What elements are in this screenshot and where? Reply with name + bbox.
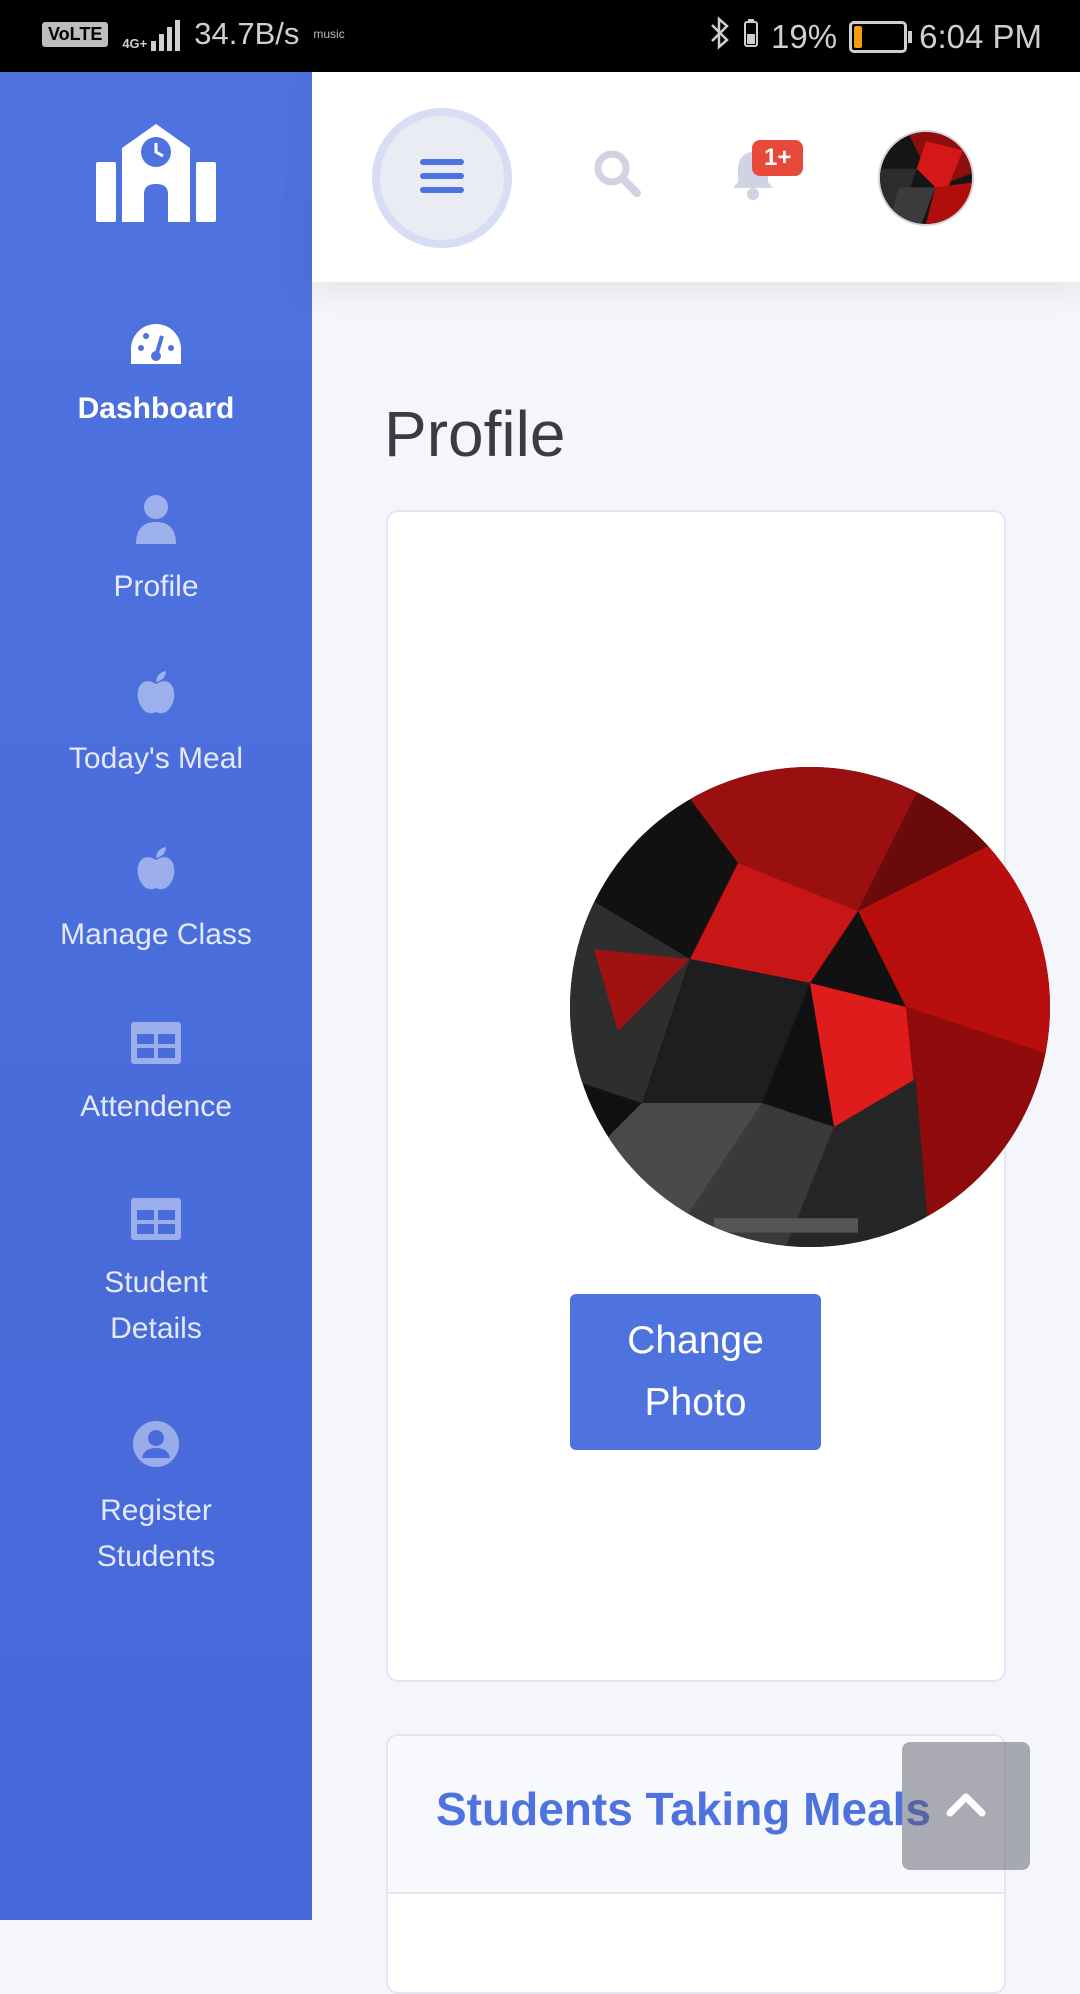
network-type: 4G+: [122, 36, 148, 51]
chevron-up-icon: [946, 1791, 986, 1822]
sidebar-item-label: Today's Meal: [68, 742, 244, 775]
user-icon: [0, 494, 312, 558]
sidebar-item-student-details[interactable]: Student Details: [0, 1198, 312, 1352]
sidebar-item-dashboard[interactable]: Dashboard: [0, 322, 312, 432]
sidebar-item-label: Manage Class: [60, 918, 252, 951]
change-photo-button[interactable]: Change Photo: [570, 1294, 821, 1450]
sidebar-item-label: Profile: [113, 570, 199, 603]
card-title: Students Taking Meals: [436, 1783, 932, 1835]
sidebar-item-manage-class[interactable]: Manage Class: [0, 846, 312, 958]
sidebar-item-register-students[interactable]: Register Students: [0, 1420, 312, 1580]
search-icon[interactable]: [592, 148, 642, 203]
user-circle-icon: [0, 1420, 312, 1482]
sidebar-toggle-button[interactable]: [372, 108, 512, 248]
scroll-to-top-button[interactable]: [902, 1742, 1030, 1870]
bluetooth-icon: [709, 16, 731, 58]
user-avatar[interactable]: [878, 130, 974, 226]
table-icon: [0, 1198, 312, 1254]
status-bar: VoLTE 4G+ 34.7B/s music 19% 6:04 PM: [0, 0, 1080, 72]
sidebar-item-todays-meal[interactable]: Today's Meal: [0, 670, 312, 782]
sidebar-item-label: Dashboard: [77, 392, 235, 425]
hamburger-icon: [420, 157, 464, 200]
clock: 6:04 PM: [919, 18, 1042, 55]
battery-percent: 19%: [771, 18, 838, 55]
tachometer-icon: [0, 322, 312, 380]
sidebar-item-profile[interactable]: Profile: [0, 494, 312, 610]
signal-icon: 4G+: [122, 17, 181, 51]
sidebar-item-label: Attendence: [80, 1090, 232, 1123]
apple-icon: [0, 670, 312, 730]
table-icon: [0, 1022, 312, 1078]
battery-icon: [849, 21, 913, 53]
sidebar-item-attendence[interactable]: Attendence: [0, 1022, 312, 1130]
notification-badge: 1+: [752, 140, 804, 176]
page-title: Profile: [384, 397, 566, 470]
apple-icon: [0, 846, 312, 906]
school-logo-icon[interactable]: [0, 122, 312, 242]
battery-saver-icon: [743, 18, 759, 56]
volte-indicator: VoLTE: [42, 21, 109, 47]
music-app-icon: music: [313, 27, 345, 41]
sidebar-item-label: Register Students: [96, 1494, 216, 1573]
network-speed: 34.7B/s: [194, 16, 300, 51]
profile-photo: [570, 767, 1050, 1247]
topbar: 1+: [312, 72, 1080, 282]
sidebar: Dashboard Profile Today's Meal Manage Cl…: [0, 72, 312, 1920]
sidebar-item-label: Student Details: [104, 1266, 208, 1345]
